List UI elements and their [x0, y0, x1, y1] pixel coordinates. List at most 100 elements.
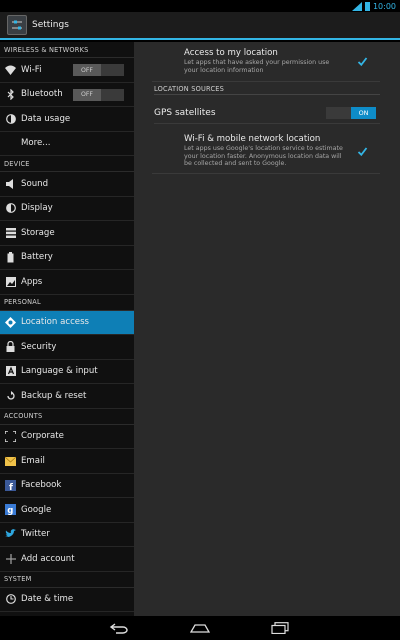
lock-icon: [5, 341, 16, 353]
settings-sidebar: WIRELESS & NETWORKS Wi-Fi OFF Bluetooth …: [0, 42, 134, 616]
toggle-label: ON: [351, 107, 376, 119]
navigation-bar: [0, 616, 400, 640]
sidebar-item-label: Facebook: [21, 480, 62, 491]
location-detail-pane: Access to my location Let apps that have…: [134, 42, 400, 616]
sidebar-item-data-usage[interactable]: Data usage: [0, 107, 134, 132]
sidebar-item-google[interactable]: g Google: [0, 498, 134, 523]
svg-text:g: g: [7, 506, 13, 515]
pref-title: Wi-Fi & mobile network location: [184, 134, 321, 144]
svg-text:f: f: [9, 483, 13, 491]
backup-icon: [5, 390, 16, 401]
sidebar-item-twitter[interactable]: Twitter: [0, 523, 134, 547]
wifi-icon: [5, 64, 16, 75]
sidebar-item-email[interactable]: Email: [0, 449, 134, 474]
plus-icon: [5, 553, 16, 564]
sliders-icon: [12, 20, 22, 30]
location-sources-header: LOCATION SOURCES: [154, 85, 380, 95]
corporate-icon: [5, 430, 16, 442]
back-button[interactable]: [109, 620, 129, 636]
back-arrow-icon: [109, 623, 128, 634]
sidebar-item-label: Bluetooth: [21, 89, 63, 100]
gps-satellites-pref[interactable]: GPS satellites ON: [154, 102, 380, 124]
sidebar-item-add-account[interactable]: Add account: [0, 547, 134, 572]
sidebar-item-label: Twitter: [21, 529, 50, 540]
page-title: Settings: [32, 20, 69, 30]
speaker-icon: [5, 178, 16, 189]
apps-icon: [5, 276, 16, 287]
settings-app-icon[interactable]: [7, 15, 27, 35]
sidebar-item-location-access[interactable]: Location access: [0, 310, 134, 335]
sidebar-item-storage[interactable]: Storage: [0, 221, 134, 246]
toggle-label: OFF: [73, 88, 101, 101]
sidebar-item-battery[interactable]: Battery: [0, 246, 134, 270]
bluetooth-toggle[interactable]: OFF: [73, 88, 124, 101]
access-to-location-pref[interactable]: Access to my location Let apps that have…: [152, 46, 380, 82]
sidebar-item-label: Display: [21, 203, 53, 214]
sidebar-item-display[interactable]: Display: [0, 197, 134, 221]
sidebar-item-label: Google: [21, 504, 52, 515]
storage-icon: [5, 227, 16, 238]
location-icon: [5, 316, 16, 328]
sidebar-item-label: More...: [21, 138, 51, 149]
recent-apps-icon: [271, 622, 289, 634]
bluetooth-icon: [5, 88, 16, 100]
pref-summary: Let apps use Google's location service t…: [184, 145, 343, 168]
status-bar: 10:00: [0, 0, 400, 12]
gps-toggle[interactable]: ON: [326, 107, 376, 119]
category-device: DEVICE: [0, 156, 134, 172]
sidebar-item-security[interactable]: Security: [0, 335, 134, 360]
sidebar-item-sound[interactable]: Sound: [0, 172, 134, 197]
sidebar-item-more[interactable]: More...: [0, 132, 134, 156]
brightness-icon: [5, 203, 16, 214]
pref-title: GPS satellites: [154, 107, 216, 118]
wifi-toggle[interactable]: OFF: [73, 64, 124, 76]
sidebar-item-backup[interactable]: Backup & reset: [0, 384, 134, 409]
sidebar-item-label: Corporate: [21, 431, 64, 442]
signal-icon: [351, 1, 362, 11]
sidebar-item-label: Battery: [21, 252, 53, 263]
access-location-checkbox[interactable]: [357, 56, 368, 67]
sidebar-item-label: Storage: [21, 227, 55, 238]
category-wireless: WIRELESS & NETWORKS: [0, 42, 134, 58]
sidebar-item-language[interactable]: Language & input: [0, 360, 134, 384]
sidebar-item-label: Wi-Fi: [21, 64, 42, 75]
toggle-label: OFF: [73, 64, 101, 76]
facebook-icon: f: [5, 479, 16, 491]
sidebar-item-bluetooth[interactable]: Bluetooth OFF: [0, 83, 134, 107]
battery-icon: [5, 251, 16, 263]
home-button[interactable]: [190, 620, 210, 636]
sidebar-item-facebook[interactable]: f Facebook: [0, 474, 134, 498]
action-bar: Settings: [0, 12, 400, 40]
sidebar-item-label: Data usage: [21, 113, 71, 124]
category-personal: PERSONAL: [0, 295, 134, 311]
recent-apps-button[interactable]: [270, 620, 290, 636]
sidebar-item-label: Language & input: [21, 366, 98, 377]
sidebar-item-apps[interactable]: Apps: [0, 270, 134, 295]
sidebar-item-label: Apps: [21, 276, 43, 287]
clock-icon: [5, 594, 16, 605]
sidebar-item-label: Date & time: [21, 594, 74, 605]
home-icon: [190, 624, 210, 633]
wifi-location-checkbox[interactable]: [357, 146, 368, 157]
pref-title: Access to my location: [184, 48, 278, 58]
sidebar-item-label: Backup & reset: [21, 390, 87, 401]
google-icon: g: [5, 504, 16, 516]
battery-status-icon: [364, 1, 370, 11]
twitter-bird-icon: [5, 529, 16, 540]
sidebar-item-label: Add account: [21, 553, 75, 564]
category-accounts: ACCOUNTS: [0, 409, 134, 425]
sidebar-item-corporate[interactable]: Corporate: [0, 425, 134, 449]
data-usage-icon: [5, 113, 16, 124]
wifi-mobile-location-pref[interactable]: Wi-Fi & mobile network location Let apps…: [152, 132, 380, 174]
sidebar-item-label: Location access: [21, 317, 90, 328]
pref-summary: Let apps that have asked your permission…: [184, 59, 330, 74]
status-icons: 10:00: [351, 0, 396, 12]
sidebar-item-date-time[interactable]: Date & time: [0, 588, 134, 612]
category-system: SYSTEM: [0, 572, 134, 588]
sidebar-item-label: Email: [21, 455, 45, 466]
language-icon: [5, 366, 16, 377]
clock: 10:00: [372, 1, 396, 11]
sidebar-item-wifi[interactable]: Wi-Fi OFF: [0, 58, 134, 83]
sidebar-item-label: Sound: [21, 178, 49, 189]
email-icon: [5, 455, 16, 466]
